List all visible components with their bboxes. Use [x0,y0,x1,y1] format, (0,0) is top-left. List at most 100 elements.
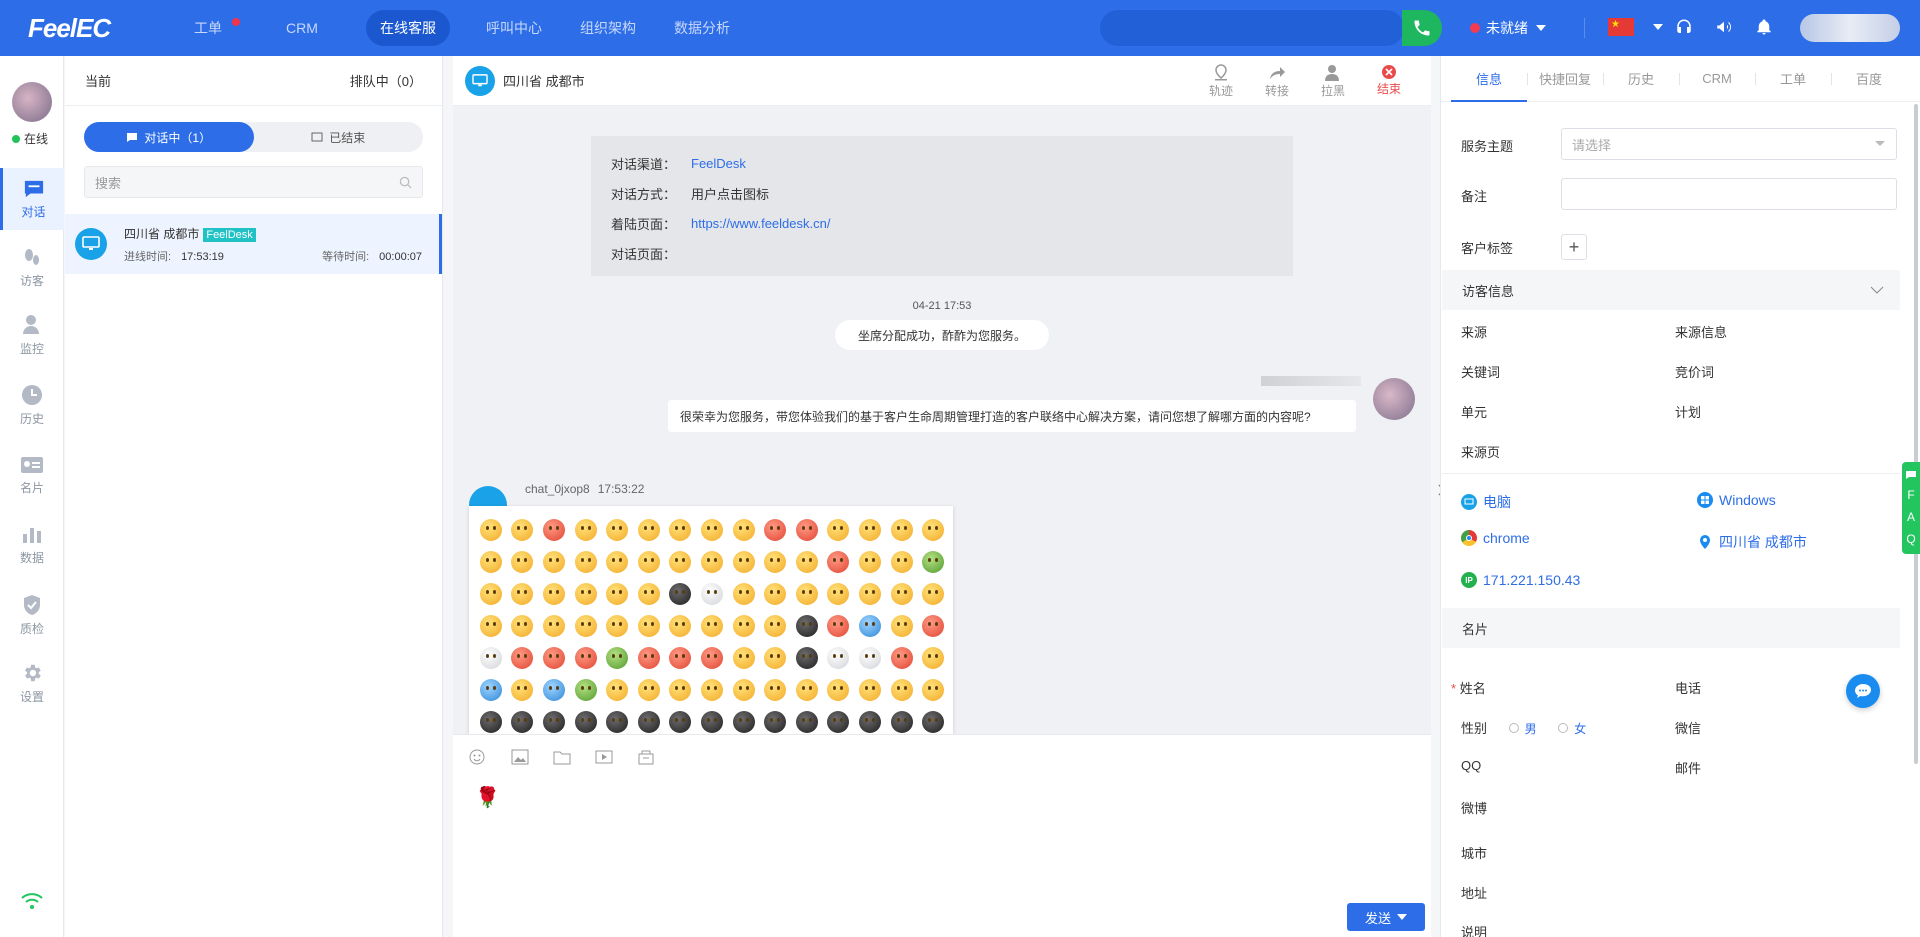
emoji-icon[interactable] [858,519,881,541]
dial-input[interactable] [1100,10,1404,46]
emoji-icon[interactable] [511,711,534,733]
emoji-icon[interactable] [574,711,597,733]
emoji-icon[interactable] [700,583,723,605]
emoji-icon[interactable] [922,519,945,541]
emoji-icon[interactable] [542,519,565,541]
emoji-icon[interactable] [827,711,850,733]
emoji-icon[interactable] [637,679,660,701]
language-flag-icon[interactable]: ★ [1608,18,1634,36]
emoji-icon[interactable] [922,615,945,637]
emoji-icon[interactable] [764,647,787,669]
emoji-icon[interactable] [479,679,502,701]
emoji-icon[interactable] [858,615,881,637]
rail-item-history[interactable]: 历史 [0,374,64,436]
emoji-icon[interactable] [795,711,818,733]
rail-item-data[interactable]: 数据 [0,514,64,576]
emoji-icon[interactable] [890,615,913,637]
user-avatar[interactable] [1800,14,1900,42]
tab-ended[interactable]: 已结束 [254,122,424,152]
image-icon[interactable] [511,747,553,767]
emoji-icon[interactable] [764,615,787,637]
folder-icon[interactable] [553,747,595,767]
emoji-icon[interactable] [606,519,629,541]
conversation-item[interactable]: 四川省 成都市 FeelDesk 进线时间: 17:53:19 等待时间: 00:00… [65,214,442,274]
emoji-icon[interactable] [669,647,692,669]
emoji-icon[interactable] [669,583,692,605]
emoji-icon[interactable] [637,551,660,573]
emoji-icon[interactable] [922,679,945,701]
rail-item-monitor[interactable]: 监控 [0,304,64,366]
track-button[interactable]: 轨迹 [1193,64,1249,99]
nav-ticket[interactable]: 工单 [178,10,240,46]
emoji-icon[interactable] [795,679,818,701]
emoji-icon[interactable] [479,519,502,541]
emoji-icon[interactable] [827,615,850,637]
emoji-icon[interactable] [827,583,850,605]
video-icon[interactable] [595,747,637,767]
rail-item-chat[interactable]: 对话 [0,168,64,230]
emoji-icon[interactable] [511,583,534,605]
emoji-icon[interactable] [574,615,597,637]
faq-tab[interactable]: F A Q [1902,462,1920,554]
emoji-icon[interactable] [890,647,913,669]
emoji-icon[interactable] [511,551,534,573]
emoji-icon[interactable] [732,551,755,573]
chevron-down-icon[interactable] [1653,24,1663,30]
emoji-icon[interactable] [479,615,502,637]
emoji-icon[interactable] [574,679,597,701]
emoji-icon[interactable] [700,615,723,637]
emoji-icon[interactable] [606,679,629,701]
emoji-icon[interactable] [858,679,881,701]
emoji-icon[interactable] [827,679,850,701]
emoji-icon[interactable] [764,711,787,733]
emoji-icon[interactable] [574,647,597,669]
rail-item-visitors[interactable]: 访客 [0,236,64,298]
emoji-icon[interactable] [637,615,660,637]
gender-female-radio[interactable]: 女 [1558,720,1586,737]
end-chat-button[interactable]: 结束 [1361,64,1417,99]
queue-count[interactable]: 排队中（0） [350,71,422,90]
conversation-search-input[interactable]: 搜索 [84,166,423,198]
call-button[interactable] [1402,10,1442,46]
emoji-icon[interactable] [795,647,818,669]
emoji-icon[interactable] [637,519,660,541]
emoji-icon[interactable] [669,711,692,733]
emoji-icon[interactable] [858,551,881,573]
emoji-icon[interactable] [827,647,850,669]
emoji-icon[interactable] [890,679,913,701]
online-status[interactable]: 在线 [12,130,48,147]
emoji-icon[interactable] [732,519,755,541]
agent-avatar[interactable] [12,82,52,122]
emoji-icon[interactable] [795,551,818,573]
emoji-icon[interactable] [511,615,534,637]
emoji-icon[interactable] [922,583,945,605]
scrollbar[interactable] [1914,104,1918,764]
emoji-icon[interactable] [922,551,945,573]
emoji-icon[interactable] [732,711,755,733]
bell-icon[interactable] [1753,16,1775,38]
emoji-icon[interactable] [669,679,692,701]
emoji-icon[interactable] [637,711,660,733]
tab-baidu[interactable]: 百度 [1831,56,1907,101]
rail-item-settings[interactable]: 设置 [0,652,64,714]
emoji-icon[interactable] [795,519,818,541]
tab-info[interactable]: 信息 [1451,56,1527,102]
emoji-toolbar-icon[interactable] [469,747,511,767]
emoji-icon[interactable] [542,615,565,637]
emoji-icon[interactable] [606,615,629,637]
tab-crm[interactable]: CRM [1679,56,1755,101]
emoji-icon[interactable] [479,551,502,573]
rail-item-cards[interactable]: 名片 [0,444,64,506]
emoji-icon[interactable] [669,551,692,573]
emoji-icon[interactable] [827,519,850,541]
emoji-icon[interactable] [669,519,692,541]
nav-organization[interactable]: 组织架构 [578,10,638,46]
emoji-icon[interactable] [700,519,723,541]
emoji-icon[interactable] [764,583,787,605]
emoji-icon[interactable] [858,647,881,669]
emoji-icon[interactable] [542,711,565,733]
emoji-icon[interactable] [479,583,502,605]
headset-icon[interactable] [1673,16,1695,38]
emoji-icon[interactable] [511,679,534,701]
emoji-icon[interactable] [732,679,755,701]
